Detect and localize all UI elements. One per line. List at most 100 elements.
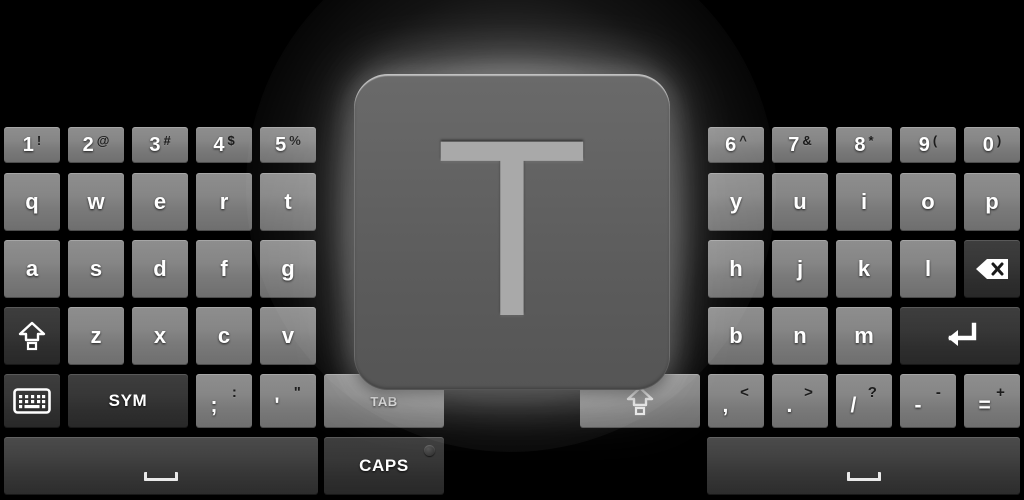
key-f[interactable]: f <box>196 240 252 298</box>
key-tab-label: TAB <box>370 393 398 409</box>
key-o-label: o <box>921 189 935 214</box>
key-press-preview-popup: T <box>354 74 670 390</box>
key-i[interactable]: i <box>836 173 892 231</box>
key-w[interactable]: w <box>68 173 124 231</box>
key-v-label: v <box>281 323 295 348</box>
key-c[interactable]: c <box>196 307 252 365</box>
key-u[interactable]: u <box>772 173 828 231</box>
shift-icon <box>18 321 46 351</box>
key-a-label: a <box>25 256 39 281</box>
key-caps[interactable]: CAPS <box>324 437 444 495</box>
key-l[interactable]: l <box>900 240 956 298</box>
key-f-label: f <box>220 256 228 281</box>
key-o[interactable]: o <box>900 173 956 231</box>
key-space-right[interactable] <box>707 437 1020 495</box>
key-x-label: x <box>153 323 167 348</box>
key-1[interactable]: 1 ! <box>4 127 60 163</box>
key-8-label: 8 <box>854 134 866 156</box>
key-comma[interactable]: , < <box>708 374 764 428</box>
key-minus[interactable]: - - <box>900 374 956 428</box>
key-r[interactable]: r <box>196 173 252 231</box>
key-apostrophe-label: ' <box>274 394 280 418</box>
key-a[interactable]: a <box>4 240 60 298</box>
key-9-alt-label: ( <box>932 133 938 148</box>
key-n[interactable]: n <box>772 307 828 365</box>
key-d-label: d <box>153 256 167 281</box>
key-x[interactable]: x <box>132 307 188 365</box>
key-r-label: r <box>219 189 229 214</box>
key-period-label: . <box>786 394 793 418</box>
key-5-alt-label: % <box>289 133 301 148</box>
key-2[interactable]: 2 @ <box>68 127 124 163</box>
key-g-label: g <box>281 256 295 281</box>
key-h[interactable]: h <box>708 240 764 298</box>
key-semicolon-alt-label: : <box>231 383 237 401</box>
key-v[interactable]: v <box>260 307 316 365</box>
key-l-label: l <box>924 256 932 281</box>
key-8[interactable]: 8 * <box>836 127 892 163</box>
key-s[interactable]: s <box>68 240 124 298</box>
key-4[interactable]: 4 $ <box>196 127 252 163</box>
key-z[interactable]: z <box>68 307 124 365</box>
key-sym[interactable]: SYM <box>68 374 188 428</box>
key-m-label: m <box>854 323 874 348</box>
key-p-label: p <box>985 189 999 214</box>
key-7-label: 7 <box>788 134 800 156</box>
key-period[interactable]: . > <box>772 374 828 428</box>
space-icon <box>846 472 881 481</box>
key-comma-alt-label: < <box>740 383 749 401</box>
key-9[interactable]: 9 ( <box>900 127 956 163</box>
key-apostrophe[interactable]: ' " <box>260 374 316 428</box>
key-b[interactable]: b <box>708 307 764 365</box>
key-slash-alt-label: ? <box>867 383 877 401</box>
key-w-label: w <box>87 189 105 214</box>
key-keyboard-toggle[interactable] <box>4 374 60 428</box>
key-8-alt-label: * <box>868 133 874 148</box>
key-j-label: j <box>796 256 804 281</box>
key-i-label: i <box>860 189 868 214</box>
key-u-label: u <box>793 189 807 214</box>
key-slash[interactable]: / ? <box>836 374 892 428</box>
key-semicolon[interactable]: ; : <box>196 374 252 428</box>
key-5[interactable]: 5 % <box>260 127 316 163</box>
key-e-label: e <box>153 189 167 214</box>
key-1-label: 1 <box>22 134 34 156</box>
key-2-label: 2 <box>82 134 94 156</box>
key-d[interactable]: d <box>132 240 188 298</box>
key-j[interactable]: j <box>772 240 828 298</box>
preview-character: T <box>435 87 589 369</box>
key-c-label: c <box>217 323 231 348</box>
key-g[interactable]: g <box>260 240 316 298</box>
key-h-label: h <box>729 256 743 281</box>
caps-lock-led <box>424 445 435 456</box>
key-q[interactable]: q <box>4 173 60 231</box>
key-3[interactable]: 3 # <box>132 127 188 163</box>
key-backspace[interactable] <box>964 240 1020 298</box>
key-equals[interactable]: = + <box>964 374 1020 428</box>
key-t-label: t <box>284 189 292 214</box>
key-q-label: q <box>25 189 39 214</box>
key-e[interactable]: e <box>132 173 188 231</box>
key-7[interactable]: 7 & <box>772 127 828 163</box>
backspace-icon <box>975 258 1009 280</box>
key-0-alt-label: ) <box>996 133 1002 148</box>
key-0[interactable]: 0 ) <box>964 127 1020 163</box>
key-p[interactable]: p <box>964 173 1020 231</box>
key-sym-label: SYM <box>108 391 148 410</box>
key-6[interactable]: 6 ^ <box>708 127 764 163</box>
key-equals-alt-label: + <box>996 383 1005 401</box>
key-shift-left[interactable] <box>4 307 60 365</box>
key-5-label: 5 <box>275 134 287 156</box>
key-6-alt-label: ^ <box>739 133 747 148</box>
key-1-alt-label: ! <box>36 133 42 148</box>
key-enter[interactable] <box>900 307 1020 365</box>
key-4-label: 4 <box>213 134 225 156</box>
key-m[interactable]: m <box>836 307 892 365</box>
key-equals-label: = <box>978 394 991 418</box>
key-0-label: 0 <box>982 134 994 156</box>
key-k[interactable]: k <box>836 240 892 298</box>
key-t[interactable]: t <box>260 173 316 231</box>
key-space-left[interactable] <box>4 437 318 495</box>
key-y[interactable]: y <box>708 173 764 231</box>
key-period-alt-label: > <box>804 383 813 401</box>
